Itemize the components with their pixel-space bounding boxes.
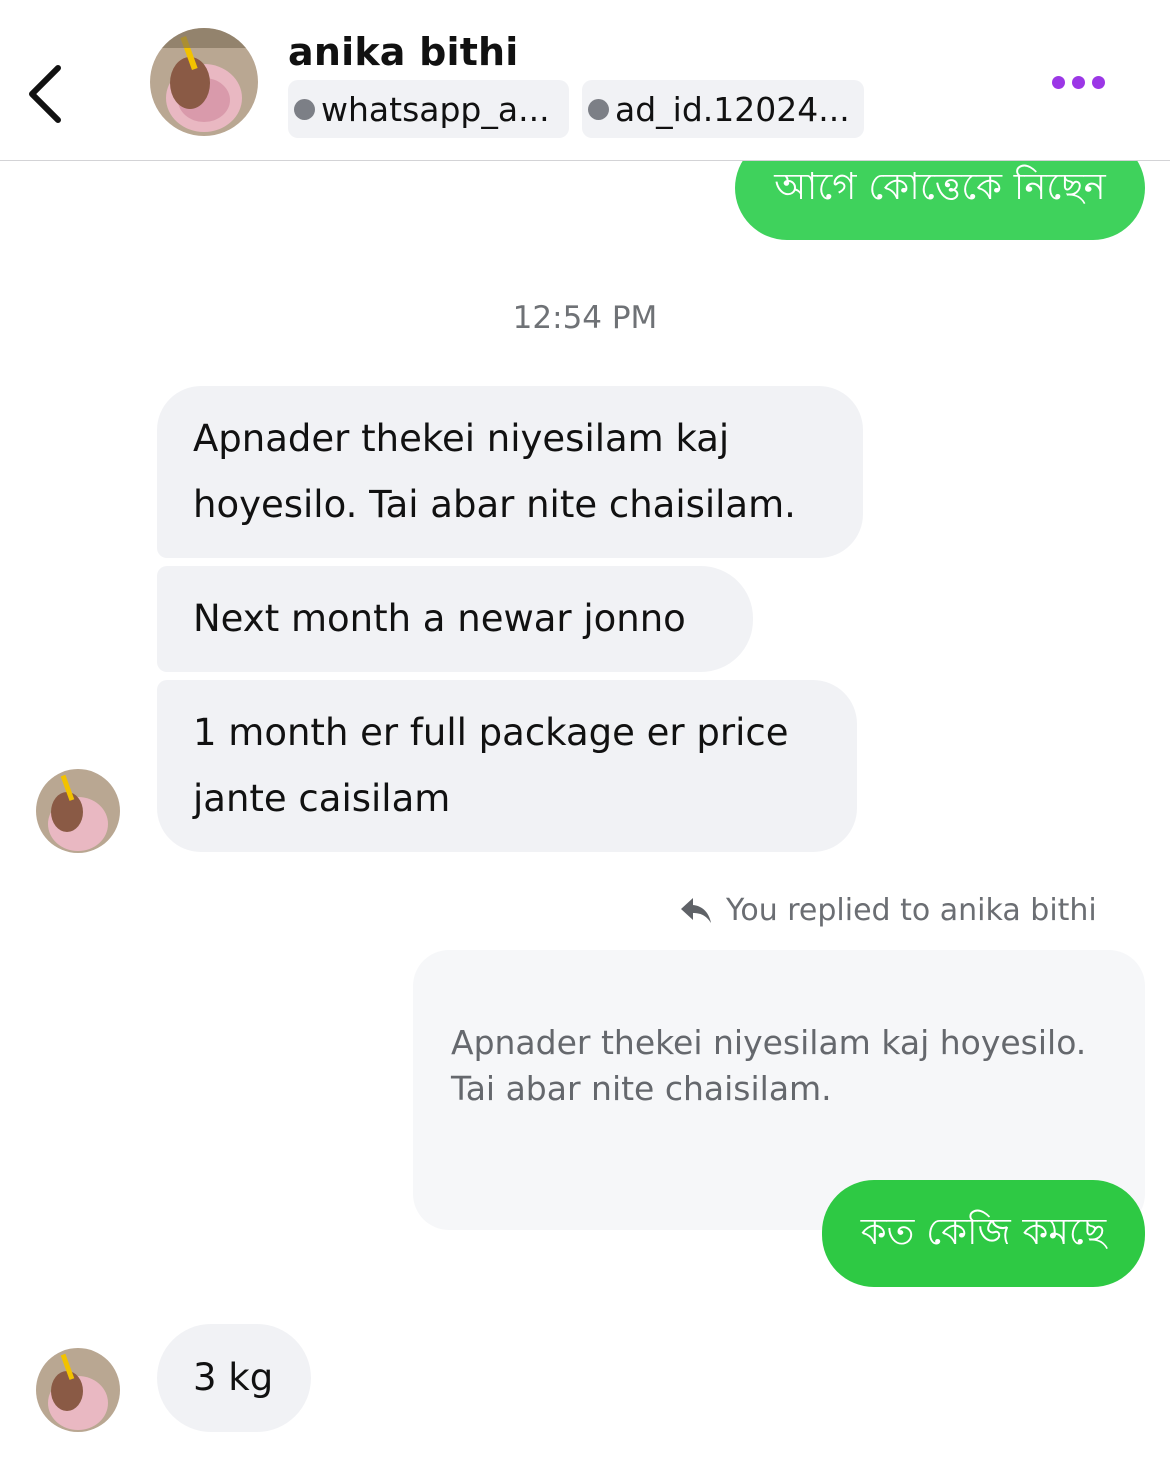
chat-header: anika bithi whatsapp_a... ad_id.12024...: [0, 0, 1170, 161]
tag-label: ad_id.12024...: [615, 89, 850, 129]
reply-indicator: You replied to anika bithi: [680, 893, 1097, 928]
more-options-icon[interactable]: [1052, 70, 1114, 94]
sender-avatar[interactable]: [36, 1348, 120, 1432]
contact-name[interactable]: anika bithi: [288, 30, 519, 74]
incoming-message[interactable]: Next month a newar jonno: [157, 566, 753, 672]
back-button[interactable]: [22, 60, 72, 130]
tag-label: whatsapp_a...: [321, 89, 550, 129]
incoming-message[interactable]: Apnader thekei niyesilam kaj hoyesilo. T…: [157, 386, 863, 558]
avatar: [36, 1348, 120, 1432]
contact-avatar[interactable]: [150, 28, 258, 136]
tag-dot-icon: [294, 98, 315, 120]
sender-avatar[interactable]: [36, 769, 120, 853]
avatar: [36, 769, 120, 853]
dot: [1092, 75, 1105, 89]
avatar: [150, 28, 258, 136]
reply-note-text: You replied to anika bithi: [726, 893, 1097, 928]
back-arrow-icon: [29, 65, 61, 123]
message-timestamp: 12:54 PM: [512, 300, 658, 336]
incoming-message[interactable]: 3 kg: [157, 1324, 311, 1432]
label-tag-whatsapp[interactable]: whatsapp_a...: [288, 80, 569, 138]
reply-icon: [681, 897, 711, 923]
outgoing-message[interactable]: কত কেজি কমছে: [822, 1180, 1145, 1287]
incoming-message[interactable]: 1 month er full package er price jante c…: [157, 680, 857, 852]
dot: [1052, 75, 1065, 89]
dot: [1072, 75, 1085, 89]
quoted-text: Apnader thekei niyesilam kaj hoyesilo. T…: [451, 1023, 1087, 1108]
label-tag-ad-id[interactable]: ad_id.12024...: [582, 80, 864, 138]
tag-dot-icon: [588, 98, 609, 120]
